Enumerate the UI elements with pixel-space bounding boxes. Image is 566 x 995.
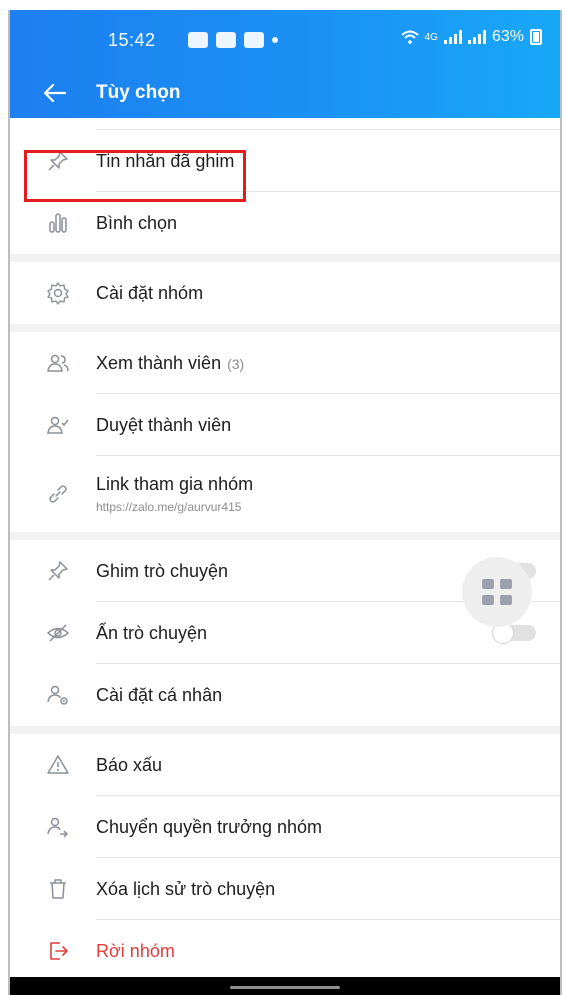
- approve-members-icon: [38, 405, 78, 445]
- personal-settings-label: Cài đặt cá nhân: [96, 684, 223, 705]
- eye-off-icon: [38, 613, 78, 653]
- title-row: Tùy chọn: [10, 68, 560, 118]
- link-icon: [38, 474, 78, 514]
- pin-icon: [38, 551, 78, 591]
- member-count: (3): [227, 355, 245, 372]
- signal-2-icon: [467, 30, 486, 44]
- page-title: Tùy chọn: [96, 82, 181, 103]
- system-status: 4G 63%: [400, 28, 542, 46]
- section-gap: [10, 532, 560, 540]
- phone-screen: 15:42 4G 63% Tùy chọn Tin nhắn đã ghim B…: [8, 10, 562, 995]
- message-notification-icon: [244, 32, 264, 48]
- leave-group-item[interactable]: Rời nhóm: [10, 920, 560, 982]
- view-members-text: Xem thành viên: [96, 352, 222, 373]
- arrow-left-icon: [44, 84, 66, 102]
- grid-icon: [482, 579, 512, 605]
- battery-percent: 63%: [491, 28, 524, 45]
- more-notifications-dot-icon: [272, 37, 278, 43]
- report-item[interactable]: Báo xấu: [10, 734, 560, 796]
- trash-icon: [38, 869, 78, 909]
- leave-group-label: Rời nhóm: [96, 940, 175, 961]
- warning-icon: [38, 745, 78, 785]
- gallery-notification-icon: [188, 32, 208, 48]
- view-members-item[interactable]: Xem thành viên (3): [10, 332, 560, 394]
- members-icon: [38, 343, 78, 383]
- view-members-label: Xem thành viên (3): [96, 353, 244, 374]
- transfer-user-icon: [38, 807, 78, 847]
- list-top-spacer: [10, 118, 560, 130]
- exit-icon: [38, 931, 78, 971]
- notification-icons: [188, 32, 278, 48]
- group-link-label: Link tham gia nhóm: [96, 474, 254, 494]
- polls-label: Bình chọn: [96, 212, 178, 233]
- group-link-url: https://zalo.me/g/aurvur415: [96, 500, 242, 514]
- group-settings-label: Cài đặt nhóm: [96, 282, 204, 303]
- approve-members-item[interactable]: Duyệt thành viên: [10, 394, 560, 456]
- report-label: Báo xấu: [96, 754, 163, 775]
- pin-chat-label: Ghim trò chuyện: [96, 560, 229, 581]
- screen-top-margin: [0, 0, 566, 10]
- group-settings-item[interactable]: Cài đặt nhóm: [10, 262, 560, 324]
- group-settings-highlight-box: [24, 150, 246, 202]
- options-list: Tin nhắn đã ghim Bình chọn Cài đặt nhóm …: [10, 118, 560, 982]
- transfer-admin-item[interactable]: Chuyển quyền trưởng nhóm: [10, 796, 560, 858]
- section-gap: [10, 726, 560, 734]
- poll-bars-icon: [38, 203, 78, 243]
- transfer-admin-label: Chuyển quyền trưởng nhóm: [96, 816, 322, 837]
- section-gap: [10, 324, 560, 332]
- wifi-icon: [400, 30, 419, 44]
- gear-icon: [38, 273, 78, 313]
- youtube-notification-icon: [216, 32, 236, 48]
- user-settings-icon: [38, 675, 78, 715]
- network-type-label: 4G: [424, 31, 438, 43]
- status-bar: 15:42 4G 63%: [10, 10, 560, 68]
- group-link-item[interactable]: Link tham gia nhóm https://zalo.me/g/aur…: [10, 456, 560, 532]
- floating-menu-button[interactable]: [462, 557, 532, 627]
- hide-chat-toggle[interactable]: [492, 622, 536, 644]
- clear-history-label: Xóa lịch sử trò chuyện: [96, 878, 276, 899]
- approve-members-label: Duyệt thành viên: [96, 414, 232, 435]
- clear-history-item[interactable]: Xóa lịch sử trò chuyện: [10, 858, 560, 920]
- status-time: 15:42: [108, 30, 156, 50]
- app-header: 15:42 4G 63% Tùy chọn: [10, 10, 560, 118]
- system-navigation-bar: [10, 977, 560, 995]
- section-gap: [10, 254, 560, 262]
- group-link-text: Link tham gia nhóm https://zalo.me/g/aur…: [96, 474, 253, 514]
- personal-settings-item[interactable]: Cài đặt cá nhân: [10, 664, 560, 726]
- back-button[interactable]: [28, 68, 82, 118]
- battery-icon: [530, 29, 542, 45]
- signal-1-icon: [443, 30, 462, 44]
- hide-chat-label: Ẩn trò chuyện: [96, 622, 208, 643]
